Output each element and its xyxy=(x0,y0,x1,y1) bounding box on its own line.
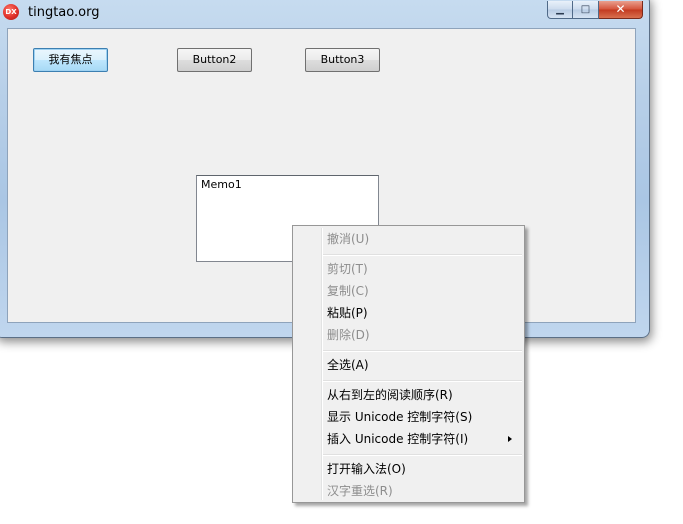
menu-item-label: 插入 Unicode 控制字符(I) xyxy=(327,432,469,446)
menu-item-copy[interactable]: 复制(C) xyxy=(295,280,522,302)
app-icon: DX xyxy=(3,4,19,20)
menu-item-open-ime[interactable]: 打开输入法(O) xyxy=(295,458,522,480)
menu-item-select-all[interactable]: 全选(A) xyxy=(295,354,522,376)
window-title: tingtao.org xyxy=(28,5,100,20)
menu-item-show-unicode-control[interactable]: 显示 Unicode 控制字符(S) xyxy=(295,406,522,428)
focused-button[interactable]: 我有焦点 xyxy=(33,48,108,72)
button3[interactable]: Button3 xyxy=(305,48,380,72)
context-menu: 撤消(U) 剪切(T) 复制(C) 粘贴(P) 删除(D) 全选(A) 从右到左… xyxy=(292,225,525,503)
maximize-button[interactable]: □ xyxy=(573,1,599,19)
menu-item-reconversion[interactable]: 汉字重选(R) xyxy=(295,480,522,502)
menu-item-delete[interactable]: 删除(D) xyxy=(295,324,522,346)
minimize-button[interactable]: ▁ xyxy=(547,1,573,19)
menu-separator xyxy=(323,454,522,456)
close-button[interactable]: ✕ xyxy=(599,1,643,19)
button2[interactable]: Button2 xyxy=(177,48,252,72)
screen: DX tingtao.org ▁ □ ✕ 我有焦点 Button2 Button… xyxy=(0,0,683,524)
menu-item-rtl-reading-order[interactable]: 从右到左的阅读顺序(R) xyxy=(295,384,522,406)
menu-item-undo[interactable]: 撤消(U) xyxy=(295,228,522,250)
menu-separator xyxy=(323,254,522,256)
submenu-arrow-icon xyxy=(508,436,512,442)
menu-separator xyxy=(323,350,522,352)
menu-separator xyxy=(323,380,522,382)
title-bar[interactable]: DX tingtao.org ▁ □ ✕ xyxy=(1,1,643,27)
menu-item-cut[interactable]: 剪切(T) xyxy=(295,258,522,280)
menu-item-insert-unicode-control[interactable]: 插入 Unicode 控制字符(I) xyxy=(295,428,522,450)
menu-item-paste[interactable]: 粘贴(P) xyxy=(295,302,522,324)
caption-buttons: ▁ □ ✕ xyxy=(547,1,643,20)
